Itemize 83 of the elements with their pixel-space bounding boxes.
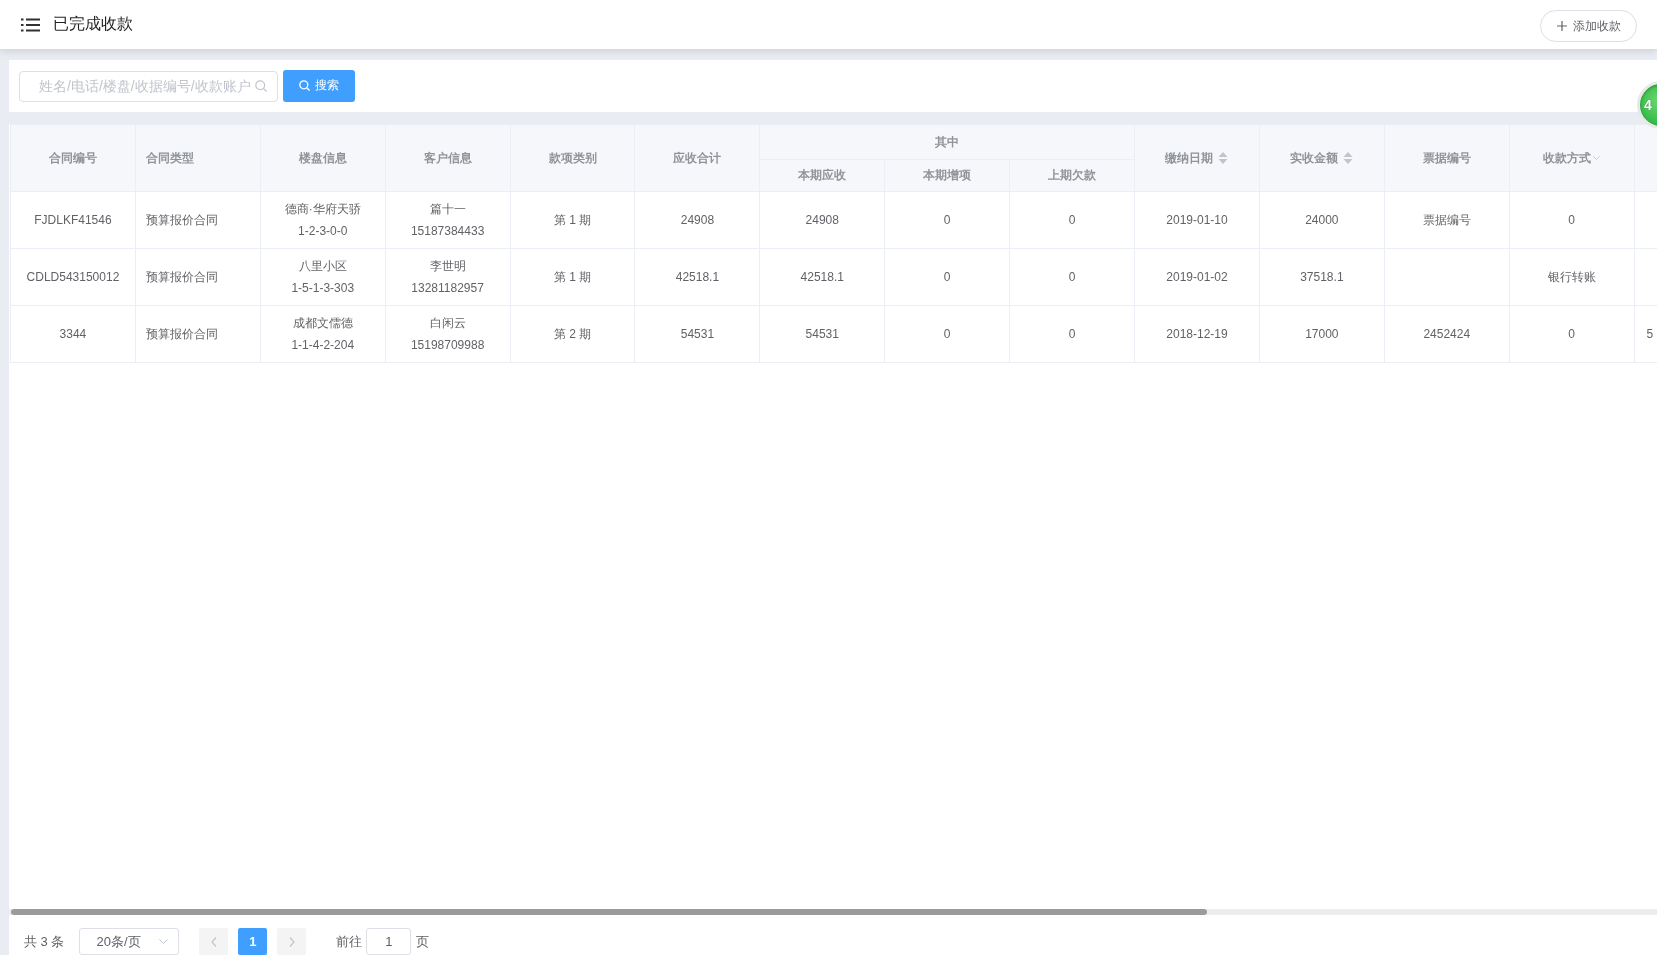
menu-icon[interactable] (21, 17, 40, 32)
header-label: 本期应收 (798, 167, 847, 184)
table-cell: 第 2 期 (510, 305, 635, 363)
cell-text-line: 13281182957 (410, 280, 485, 297)
table-cell: 预算报价合同 (135, 305, 261, 363)
table-cell: 0 (1009, 248, 1135, 306)
table-cell: 2452424 (1384, 305, 1510, 363)
chevron-down-icon (159, 939, 169, 944)
page-number-button[interactable]: 1 (238, 928, 268, 955)
header-label: 楼盘信息 (298, 149, 347, 167)
cell-text-line: 成都文儒德 (291, 315, 354, 332)
page-size-select[interactable]: 20条/页 (79, 928, 180, 955)
search-field[interactable]: 姓名/电话/楼盘/收据编号/收款账户 (19, 70, 278, 102)
page-suffix: 页 (416, 933, 430, 951)
scrollbar-thumb[interactable] (11, 909, 1207, 915)
cell-text-line: 1-5-1-3-303 (290, 280, 356, 297)
cell-text-line: 15198709988 (409, 337, 486, 354)
cell-text-line: 八里小区 (297, 258, 348, 275)
goto-label: 前往 (336, 933, 363, 951)
table-cell: 第 1 期 (510, 191, 635, 249)
total-count: 共 3 条 (24, 933, 65, 951)
header-label: 实收金额 (1290, 149, 1339, 167)
header-label: 票据编号 (1422, 149, 1471, 167)
column-header[interactable]: 实收金额 (1259, 124, 1385, 192)
header-label: 上期欠款 (1048, 167, 1097, 184)
table-cell: FJDLKF41546 (10, 191, 136, 249)
chevron-right-icon (288, 936, 295, 947)
table-cell: 0 (884, 248, 1010, 306)
table-cell: 2019-01-02 (1134, 248, 1260, 306)
table-cell: 54531 (759, 305, 885, 363)
table-cell: 3344 (10, 305, 136, 363)
cell-text-line: 德商·华府天骄 (283, 201, 362, 218)
cell-text-line: 1-2-3-0-0 (297, 223, 349, 240)
header-label: 收款方式 (1543, 149, 1592, 167)
chevron-left-icon (210, 936, 217, 947)
table-cell: 0 (1509, 191, 1635, 249)
table-cell: 票据编号 (1384, 191, 1510, 249)
cell-text-line: 篇十一 (428, 201, 467, 218)
header-label: 客户信息 (423, 149, 472, 167)
table-cell: 24908 (634, 191, 760, 249)
sort-icon[interactable] (1218, 152, 1229, 164)
table-cell: 42518.1 (759, 248, 885, 306)
table-cell: 0 (1509, 305, 1635, 363)
table-cell: 预算报价合同 (135, 248, 261, 306)
table-cell: 54531 (634, 305, 760, 363)
cell-text-line: 1-1-4-2-204 (290, 337, 356, 354)
table-cell: 24000 (1259, 191, 1385, 249)
header-label: 本期增项 (923, 167, 972, 184)
table-cell: 银行转账 (1509, 248, 1635, 306)
table-cell: 第 1 期 (510, 248, 635, 306)
horizontal-scrollbar[interactable] (9, 909, 1657, 915)
table-cell: CDLD543150012 (10, 248, 136, 306)
add-payment-button[interactable]: 添加收款 (1540, 10, 1637, 42)
sort-icon[interactable] (1343, 152, 1354, 164)
search-button[interactable]: 搜索 (283, 69, 355, 102)
table-cell: 2018-12-19 (1134, 305, 1260, 363)
header-label: 款项类别 (548, 149, 597, 167)
table-cell: 0 (1009, 305, 1135, 363)
page-title: 已完成收款 (53, 14, 133, 34)
table-cell: 0 (884, 305, 1010, 363)
table-cell: 37518.1 (1259, 248, 1385, 306)
header-label: 其中 (935, 133, 960, 151)
header-label: 合同类型 (145, 149, 194, 167)
table-cell: 0 (884, 191, 1010, 249)
header-label: 合同编号 (48, 149, 97, 167)
column-header[interactable]: 收款方式 (1509, 124, 1635, 192)
search-icon (299, 80, 310, 91)
table-cell: 预算报价合同 (135, 191, 261, 249)
cell-text-line: 15187384433 (409, 223, 486, 240)
header-label: 应收合计 (673, 149, 722, 167)
page-input[interactable]: 1 (366, 928, 412, 955)
search-icon (255, 80, 267, 92)
table-cell: 0 (1009, 191, 1135, 249)
cell-text-line: 白闲云 (428, 315, 467, 332)
chevron-down-icon[interactable] (1593, 156, 1601, 160)
plus-icon (1557, 21, 1567, 31)
column-header[interactable]: 缴纳日期 (1134, 124, 1260, 192)
table-cell: 42518.1 (634, 248, 760, 306)
table-cell: 24908 (759, 191, 885, 249)
table-cell: 17000 (1259, 305, 1385, 363)
cell-text-line: 李世明 (428, 258, 467, 275)
header-label: 缴纳日期 (1165, 149, 1214, 167)
table-cell: 2019-01-10 (1134, 191, 1260, 249)
